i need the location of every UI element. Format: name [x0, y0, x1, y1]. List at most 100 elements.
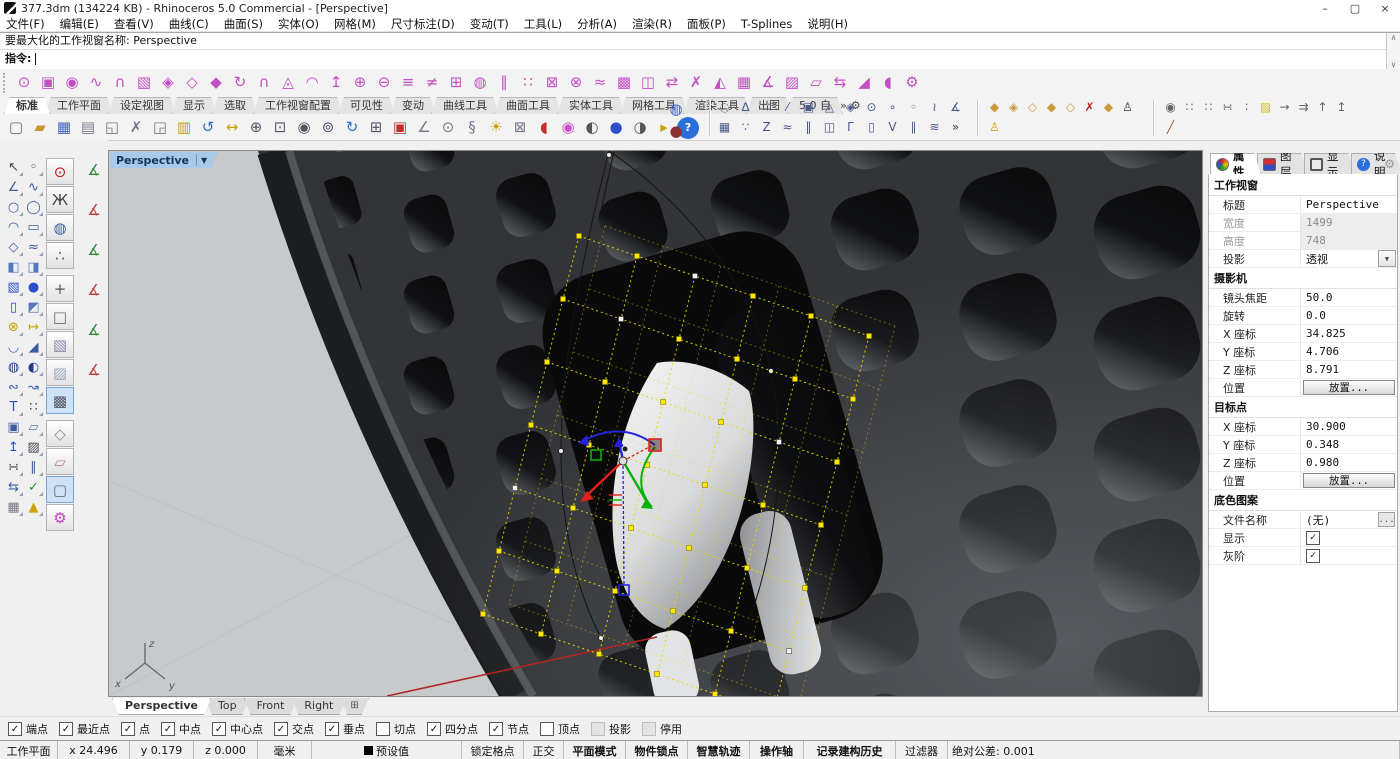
ts-edge-select-icon[interactable]: ◇ — [181, 72, 203, 94]
print-icon[interactable]: ▤ — [77, 117, 99, 139]
drag-mode-icon[interactable]: ◬ — [820, 98, 839, 116]
control-point[interactable] — [713, 692, 718, 697]
ts-render-toggle-icon[interactable]: ⚙ — [901, 72, 923, 94]
toolbar-tab-2[interactable]: 工作平面 — [45, 97, 113, 114]
status-15[interactable]: 绝对公差: 0.001 — [948, 741, 1400, 759]
curvature-graph-icon[interactable]: ≈ — [778, 118, 797, 136]
osnap-顶点[interactable]: 顶点 — [540, 721, 580, 737]
menu-item-5[interactable]: 曲面(S) — [224, 16, 263, 32]
point-matrix-icon[interactable]: ◉ — [1161, 98, 1180, 116]
menu-item-7[interactable]: 网格(M) — [334, 16, 376, 32]
box-icon[interactable]: ▧ — [4, 278, 23, 297]
control-point[interactable] — [571, 506, 576, 511]
ts-mirror-icon[interactable]: ⇆ — [829, 72, 851, 94]
rectangular-light-icon[interactable]: ◇ — [1023, 98, 1042, 116]
osnap-中心点[interactable]: ✓中心点 — [212, 721, 263, 737]
pan-view-icon[interactable]: ↔ — [221, 117, 243, 139]
rectangular-array-icon[interactable]: ∺ — [4, 458, 23, 477]
set-cplane-surface-icon[interactable]: ∡ — [83, 238, 105, 262]
property-value[interactable]: 0.980 — [1301, 454, 1397, 471]
control-point[interactable] — [635, 254, 640, 259]
ts-radial-symmetry-icon[interactable]: ✗ — [685, 72, 707, 94]
osnap-最近点[interactable]: ✓最近点 — [59, 721, 110, 737]
wireframe-globe-icon[interactable]: ◍ — [665, 98, 687, 120]
control-point[interactable] — [513, 486, 518, 491]
control-point[interactable] — [835, 460, 840, 465]
property-value[interactable]: 透视▼ — [1301, 250, 1397, 267]
toolbar-tab-3[interactable]: 设定视图 — [108, 97, 176, 114]
menu-item-13[interactable]: 面板(P) — [687, 16, 726, 32]
menu-item-10[interactable]: 工具(L) — [524, 16, 562, 32]
viewport-tab-top[interactable]: Top — [205, 698, 250, 715]
control-point[interactable] — [729, 629, 734, 634]
close-button[interactable]: × — [1370, 0, 1400, 16]
control-point[interactable] — [545, 360, 550, 365]
menu-item-4[interactable]: 曲线(C) — [169, 16, 209, 32]
point-matrix-dense-icon[interactable]: ∷ — [1199, 98, 1218, 116]
paste-icon[interactable]: ▥ — [173, 117, 195, 139]
polyline-icon[interactable]: ∠ — [4, 178, 23, 197]
set-cplane-view-icon[interactable]: ∡ — [83, 278, 105, 302]
boolean-union-icon[interactable]: ◍ — [4, 358, 23, 377]
panel-tab-1[interactable]: 属性 — [1210, 153, 1261, 174]
control-point[interactable] — [735, 357, 740, 362]
point-cloud-icon[interactable]: ∵ — [736, 118, 755, 136]
control-point[interactable] — [777, 440, 782, 445]
control-point[interactable] — [867, 334, 872, 339]
control-points-on-icon[interactable]: ◌ — [715, 98, 734, 116]
osnap-垂点[interactable]: ✓垂点 — [325, 721, 365, 737]
new-file-icon[interactable]: ▢ — [5, 117, 27, 139]
set-view-front-icon[interactable]: ∡ — [83, 198, 105, 222]
osnap-checkbox[interactable]: ✓ — [427, 722, 441, 736]
control-point-curve-icon[interactable]: ∿ — [24, 178, 43, 197]
status-12[interactable]: 操作轴 — [750, 741, 804, 759]
gumball-toggle-icon[interactable]: ≀ — [925, 98, 944, 116]
status-11[interactable]: 智慧轨迹 — [688, 741, 750, 759]
property-value[interactable]: Perspective — [1301, 196, 1397, 213]
zoom-extents-icon[interactable]: ⊚ — [317, 117, 339, 139]
point-light-icon[interactable]: ◈ — [1004, 98, 1023, 116]
sub-object-select-icon[interactable]: ◦ — [904, 98, 923, 116]
control-point[interactable] — [603, 380, 608, 385]
osnap-交点[interactable]: ✓交点 — [274, 721, 314, 737]
ts-merge-icon[interactable]: ⊗ — [565, 72, 587, 94]
four-viewports-tab-icon[interactable]: ⊞ — [340, 698, 368, 715]
hatch-icon[interactable]: ▨ — [24, 438, 43, 457]
osnap-checkbox[interactable] — [376, 722, 390, 736]
control-point[interactable] — [577, 234, 582, 239]
status-4[interactable]: z 0.000 — [194, 741, 258, 759]
gumball-red-plane-handle[interactable] — [649, 439, 661, 451]
osnap-端点[interactable]: ✓端点 — [8, 721, 48, 737]
chamfer-icon[interactable]: ◢ — [24, 338, 43, 357]
panel-tab-2[interactable]: 图层 — [1257, 153, 1308, 174]
layout-squares-icon[interactable]: ▱ — [46, 448, 74, 475]
undo-icon[interactable]: ↺ — [197, 117, 219, 139]
planar-surface-icon[interactable]: ▱ — [24, 418, 43, 437]
ts-face-select-icon[interactable]: ◆ — [205, 72, 227, 94]
menu-item-3[interactable]: 查看(V) — [114, 16, 154, 32]
place-button[interactable]: 放置... — [1303, 473, 1395, 488]
ts-layout-icon[interactable]: ▱ — [805, 72, 827, 94]
control-point[interactable] — [497, 549, 502, 554]
status-2[interactable]: x 24.496 — [58, 741, 130, 759]
cylinder-icon[interactable]: ▯ — [4, 298, 23, 317]
property-checkbox[interactable]: ✓ — [1306, 549, 1320, 563]
explode-icon[interactable]: ⊗ — [4, 318, 23, 337]
ts-activate-icon[interactable]: ⊙ — [13, 72, 35, 94]
control-point[interactable] — [677, 337, 682, 342]
point-columns-icon[interactable]: ∶ — [1237, 98, 1256, 116]
property-value[interactable]: 0.0 — [1301, 307, 1397, 324]
menu-item-15[interactable]: 说明(H) — [807, 16, 848, 32]
cut-icon[interactable]: ✗ — [125, 117, 147, 139]
toolbar-tab-11[interactable]: 实体工具 — [557, 97, 625, 114]
point-matrix-sparse-icon[interactable]: ∷ — [1180, 98, 1199, 116]
pipe-icon[interactable]: ∥ — [24, 458, 43, 477]
boolean-difference-icon[interactable]: ◐ — [24, 358, 43, 377]
wave-tool-icon[interactable]: ≋ — [925, 118, 944, 136]
menu-item-14[interactable]: T-Splines — [741, 17, 792, 31]
osnap-checkbox[interactable]: ✓ — [489, 722, 503, 736]
directional-light-icon[interactable]: ◆ — [1042, 98, 1061, 116]
linked-views-icon[interactable]: ∴ — [46, 242, 74, 269]
toolbar-tab-7[interactable]: 可见性 — [338, 97, 395, 114]
control-point[interactable] — [819, 523, 824, 528]
